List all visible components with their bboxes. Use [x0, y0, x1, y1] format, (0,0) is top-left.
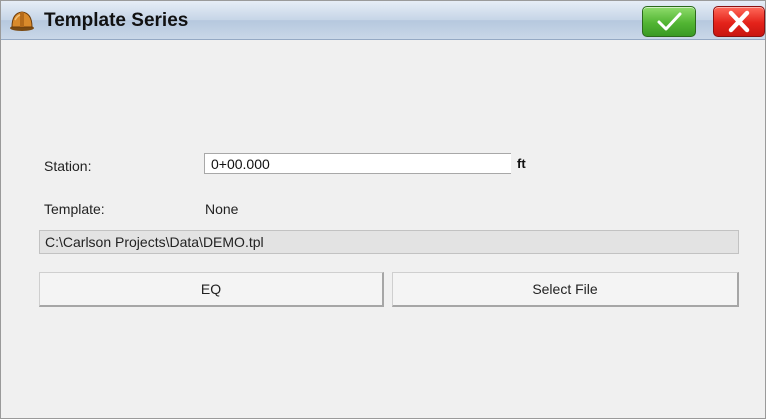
title-bar: Template Series: [1, 1, 765, 40]
eq-button[interactable]: EQ: [39, 272, 384, 307]
template-value: None: [205, 201, 239, 217]
template-label: Template:: [44, 201, 105, 217]
station-unit: ft: [517, 156, 526, 171]
close-x-icon: [728, 10, 750, 33]
ok-button[interactable]: [642, 6, 696, 37]
select-file-button[interactable]: Select File: [392, 272, 739, 307]
hard-hat-icon: [9, 7, 35, 33]
dialog-title: Template Series: [44, 10, 189, 31]
cancel-button[interactable]: [713, 6, 765, 37]
template-series-dialog: Template Series Station: ft Template: No…: [0, 0, 766, 419]
checkmark-icon: [657, 12, 682, 31]
file-path-display: C:\Carlson Projects\Data\DEMO.tpl: [39, 230, 739, 254]
station-label: Station:: [44, 158, 92, 174]
station-input[interactable]: [204, 153, 511, 174]
